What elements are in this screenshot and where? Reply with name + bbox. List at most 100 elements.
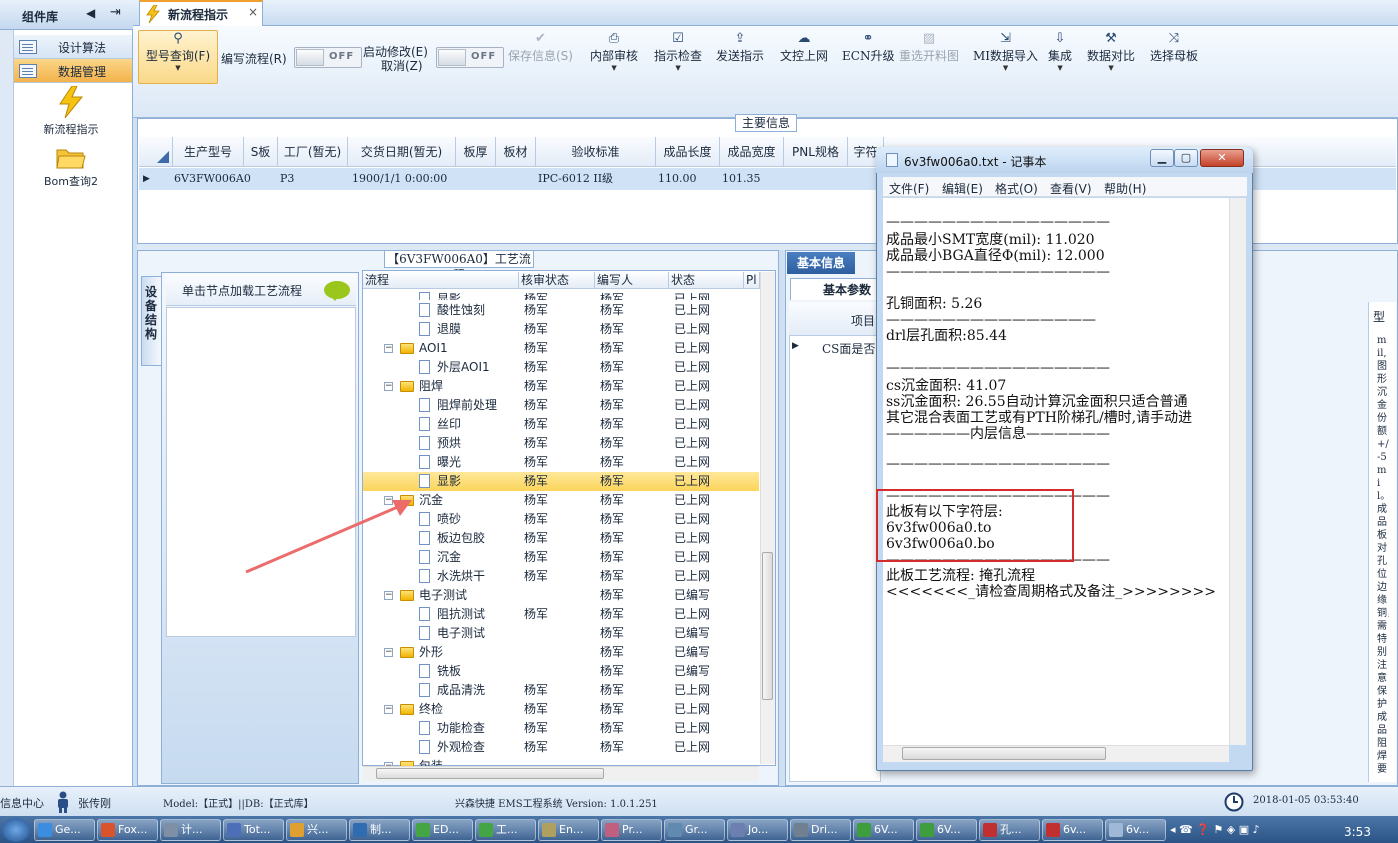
taskbar-button[interactable]: 6v...	[1105, 819, 1166, 841]
taskbar-button[interactable]: En...	[538, 819, 599, 841]
tree-step-row[interactable]: 喷砂 杨军 杨军 已上网	[363, 510, 759, 529]
col-header-pnl[interactable]: PNL规格	[784, 137, 848, 167]
taskbar-button[interactable]: ED...	[412, 819, 473, 841]
taskbar-button[interactable]: 兴...	[286, 819, 347, 841]
tree-group-row[interactable]: − 电子测试 杨军 已编写	[363, 586, 759, 605]
taskbar-button[interactable]: Tot...	[223, 819, 284, 841]
col-header-material[interactable]: 板材	[496, 137, 536, 167]
collapse-left-icon[interactable]: ◀	[86, 6, 95, 20]
col-header-standard[interactable]: 验收标准	[536, 137, 656, 167]
notepad-horizontal-thumb[interactable]	[902, 747, 1106, 760]
col-header-model[interactable]: 生产型号	[173, 137, 244, 167]
tab-basic-params[interactable]: 基本参数	[790, 278, 880, 300]
send-instruction-button[interactable]: ⇪ 发送指示	[716, 31, 764, 64]
tab-equipment-structure[interactable]: 设备结构	[141, 276, 161, 366]
col-header-factory[interactable]: 工厂(暂无)	[278, 137, 348, 167]
tree-col-review[interactable]: 核审状态	[519, 272, 595, 289]
tool-bom-query[interactable]: Bom查询2	[16, 146, 126, 189]
col-header-thickness[interactable]: 板厚	[456, 137, 496, 167]
collapse-icon[interactable]: −	[384, 591, 393, 600]
start-modify-toggle[interactable]: OFF	[436, 47, 504, 68]
tree-step-row[interactable]: 丝印 杨军 杨军 已上网	[363, 415, 759, 434]
taskbar-button[interactable]: 6V...	[853, 819, 914, 841]
tree-step-row[interactable]: 沉金 杨军 杨军 已上网	[363, 548, 759, 567]
taskbar-button[interactable]: Dri...	[790, 819, 851, 841]
notepad-vertical-scrollbar[interactable]	[1229, 198, 1246, 745]
nav-data-management[interactable]: 数据管理	[14, 59, 132, 83]
tree-col-pl[interactable]: Pl	[744, 272, 760, 289]
tree-step-row[interactable]: 曝光 杨军 杨军 已上网	[363, 453, 759, 472]
taskbar-button[interactable]: Fox...	[97, 819, 158, 841]
tree-group-row[interactable]: − 沉金 杨军 杨军 已上网	[363, 491, 759, 510]
taskbar-button[interactable]: Jo...	[727, 819, 788, 841]
collapse-icon[interactable]: −	[384, 705, 393, 714]
info-center[interactable]: 信息中心	[0, 795, 44, 811]
tree-group-row[interactable]: − AOI1 杨军 杨军 已上网	[363, 339, 759, 358]
tree-step-row[interactable]: 显影 杨军 杨军 已上网	[363, 290, 759, 300]
collapse-icon[interactable]: −	[384, 344, 393, 353]
taskbar-button[interactable]: 工...	[475, 819, 536, 841]
menu-help[interactable]: 帮助(H)	[1104, 180, 1146, 197]
tree-step-row[interactable]: 阻抗测试 杨军 杨军 已上网	[363, 605, 759, 624]
tree-step-row[interactable]: 水洗烘干 杨军 杨军 已上网	[363, 567, 759, 586]
taskbar-button[interactable]: Gr...	[664, 819, 725, 841]
taskbar-button[interactable]: 6V...	[916, 819, 977, 841]
tree-group-row[interactable]: − 外形 杨军 已编写	[363, 643, 759, 662]
menu-view[interactable]: 查看(V)	[1050, 180, 1092, 197]
tree-step-row[interactable]: 阻焊前处理 杨军 杨军 已上网	[363, 396, 759, 415]
taskbar-button[interactable]: 计...	[160, 819, 221, 841]
tree-step-row[interactable]: 铣板 杨军 已编写	[363, 662, 759, 681]
write-flow-toggle[interactable]: OFF	[294, 47, 362, 68]
col-header-s-board[interactable]: S板	[244, 137, 278, 167]
save-info-button[interactable]: ✔ 保存信息(S)	[508, 31, 573, 64]
mi-import-button[interactable]: ⇲ MI数据导入 ▼	[973, 31, 1038, 72]
tree-step-row[interactable]: 酸性蚀刻 杨军 杨军 已上网	[363, 301, 759, 320]
tree-step-row[interactable]: 退膜 杨军 杨军 已上网	[363, 320, 759, 339]
start-icon[interactable]	[2, 818, 30, 842]
col-header-width[interactable]: 成品宽度	[720, 137, 784, 167]
col-header-delivery[interactable]: 交货日期(暂无)	[348, 137, 456, 167]
nav-design-algorithm[interactable]: 设计算法	[14, 35, 132, 59]
tab-basic-info[interactable]: 基本信息	[787, 252, 855, 274]
close-tab-icon[interactable]: ×	[248, 5, 258, 19]
data-compare-button[interactable]: ⚒ 数据对比 ▼	[1087, 31, 1135, 72]
taskbar-button[interactable]: 孔...	[979, 819, 1040, 841]
taskbar-button[interactable]: 6v...	[1042, 819, 1103, 841]
tree-step-row[interactable]: 预烘 杨军 杨军 已上网	[363, 434, 759, 453]
menu-format[interactable]: 格式(O)	[995, 180, 1038, 197]
tree-group-row[interactable]: − 阻焊 杨军 杨军 已上网	[363, 377, 759, 396]
tree-vertical-thumb[interactable]	[762, 552, 773, 700]
tab-new-process[interactable]: 新流程指示 ×	[139, 0, 263, 26]
close-button[interactable]: ✕	[1200, 149, 1244, 167]
collapse-icon[interactable]: −	[384, 382, 393, 391]
ecn-upgrade-button[interactable]: ⚭ ECN升级	[842, 31, 894, 64]
integrate-button[interactable]: ⇩ 集成 ▼	[1048, 31, 1072, 72]
minimize-button[interactable]: ▁	[1150, 149, 1174, 167]
collapse-icon[interactable]: −	[384, 648, 393, 657]
tree-step-row[interactable]: 功能检查 杨军 杨军 已上网	[363, 719, 759, 738]
col-header-length[interactable]: 成品长度	[656, 137, 720, 167]
tree-step-row[interactable]: 板边包胶 杨军 杨军 已上网	[363, 529, 759, 548]
tree-step-row[interactable]: 电子测试 杨军 已编写	[363, 624, 759, 643]
tool-new-process[interactable]: 新流程指示	[16, 85, 126, 137]
taskbar-button[interactable]: 制...	[349, 819, 410, 841]
tree-group-row[interactable]: − 终检 杨军 杨军 已上网	[363, 700, 759, 719]
maximize-button[interactable]: ▢	[1174, 149, 1198, 167]
taskbar-button[interactable]: Pr...	[601, 819, 662, 841]
menu-edit[interactable]: 编辑(E)	[942, 180, 983, 197]
doc-upload-button[interactable]: ☁ 文控上网	[780, 31, 828, 64]
tree-horizontal-thumb[interactable]	[376, 768, 604, 779]
tree-col-status[interactable]: 状态	[669, 272, 744, 289]
tree-col-flow[interactable]: 流程	[363, 272, 519, 289]
tree-step-row[interactable]: 外层AOI1 杨军 杨军 已上网	[363, 358, 759, 377]
instruction-check-button[interactable]: ☑ 指示检查 ▼	[654, 31, 702, 72]
taskbar-button[interactable]: Ge...	[34, 819, 95, 841]
tree-col-writer[interactable]: 编写人	[595, 272, 669, 289]
reselect-cut-button[interactable]: ▨ 重选开料图	[899, 31, 959, 64]
notepad-text-area[interactable]: ———————————————— 成品最小SMT宽度(mil): 11.020 成品…	[883, 198, 1229, 745]
select-master-button[interactable]: ⤨ 选择母板	[1150, 31, 1198, 64]
tree-step-row[interactable]: 显影 杨军 杨军 已上网	[363, 472, 759, 491]
pin-icon[interactable]: ⇥	[110, 5, 121, 20]
tree-step-row[interactable]: 成品清洗 杨军 杨军 已上网	[363, 681, 759, 700]
internal-review-button[interactable]: ⎙ 内部审核 ▼	[590, 31, 638, 72]
